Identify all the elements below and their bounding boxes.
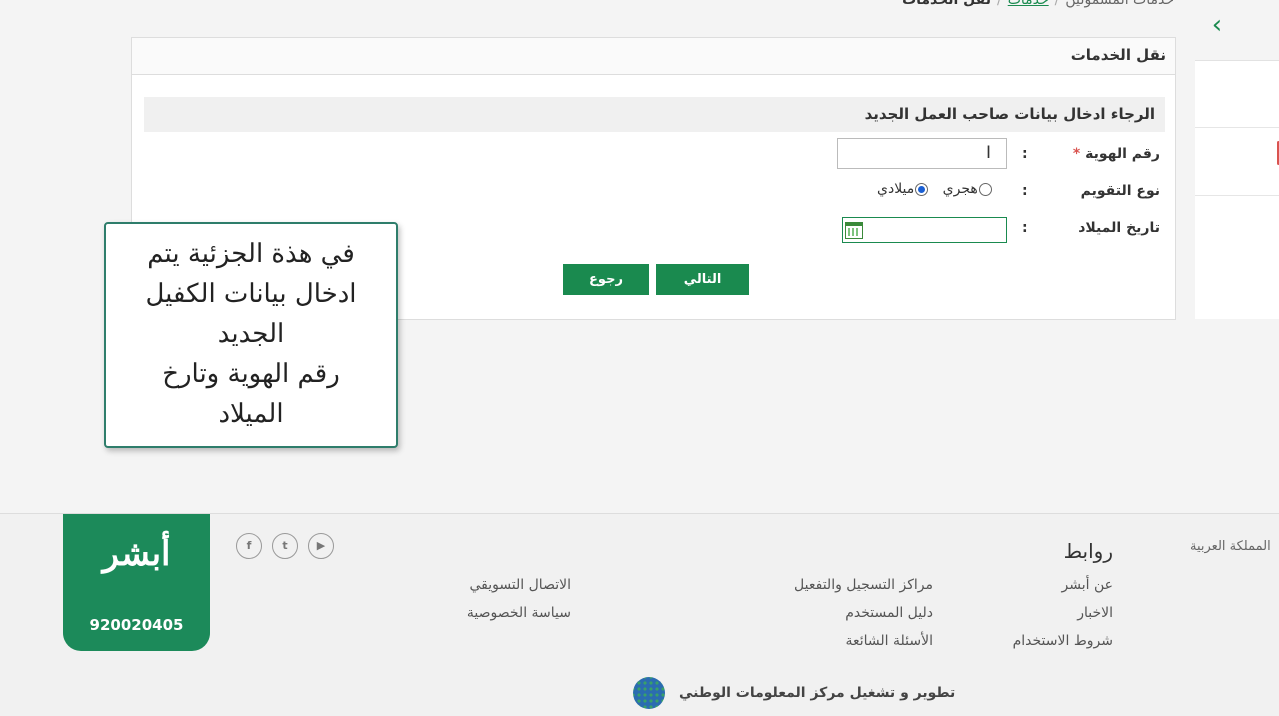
calendar-icon[interactable]: [845, 222, 863, 239]
back-chevron-icon[interactable]: ‹: [1205, 10, 1229, 40]
breadcrumb-separator: /: [997, 0, 1002, 8]
annotation-line: ادخال بيانات الكفيل: [145, 279, 357, 309]
required-asterisk: *: [1072, 146, 1081, 162]
facebook-icon[interactable]: f: [236, 533, 262, 559]
annotation-line: الميلاد: [218, 399, 284, 429]
breadcrumb: خدمات المشمولين / خدمات / نقل الخدمات: [902, 0, 1174, 8]
youtube-icon[interactable]: ▶: [308, 533, 334, 559]
footer-link-about[interactable]: عن أبشر: [1062, 577, 1113, 593]
hijri-radio[interactable]: [978, 182, 992, 196]
back-button[interactable]: رجوع: [563, 264, 649, 295]
hijri-label[interactable]: هجري: [943, 181, 978, 197]
breadcrumb-separator: /: [1054, 0, 1060, 8]
card-title: نقل الخدمات: [1070, 46, 1166, 64]
id-number-label: رقم الهوية *: [1073, 146, 1160, 162]
text-cursor-icon: I: [986, 143, 992, 163]
calendar-type-label: نوع التقويم: [1080, 183, 1160, 199]
gregorian-label[interactable]: ميلادي: [877, 181, 914, 197]
annotation-text: في هذة الجزئية يتم ادخال بيانات الكفيل ا…: [116, 234, 386, 434]
gregorian-radio[interactable]: [915, 182, 929, 196]
id-number-input[interactable]: I: [837, 138, 1007, 169]
colon: :: [1022, 220, 1028, 236]
absher-badge[interactable]: أبشر 920020405: [63, 514, 210, 651]
footer-link-news[interactable]: الاخبار: [1077, 605, 1113, 621]
annotation-line: الجديد: [217, 319, 285, 349]
colon: :: [1022, 183, 1028, 199]
side-panel-divider: [1195, 127, 1279, 128]
side-panel-divider: [1195, 195, 1279, 196]
support-phone: 920020405: [89, 616, 184, 634]
id-number-label-text: رقم الهوية: [1085, 146, 1160, 162]
footer-link-marketing-contact[interactable]: الاتصال التسويقي: [469, 577, 571, 593]
birthdate-label: تاريخ الميلاد: [1078, 220, 1160, 236]
kingdom-text: المملكة العربية: [1190, 539, 1271, 554]
side-panel: [1195, 60, 1279, 319]
birthdate-input[interactable]: [842, 217, 1007, 243]
footer: أبشر 920020405 f t ▶ روابط عن أبشر الاخب…: [0, 513, 1279, 716]
section-title: الرجاء ادخال بيانات صاحب العمل الجديد: [864, 105, 1155, 123]
next-button[interactable]: التالي: [656, 264, 749, 295]
section-header: الرجاء ادخال بيانات صاحب العمل الجديد: [144, 97, 1165, 132]
links-heading: روابط: [1063, 539, 1113, 563]
breadcrumb-item-services[interactable]: خدمات: [1008, 0, 1049, 8]
annotation-callout: في هذة الجزئية يتم ادخال بيانات الكفيل ا…: [104, 222, 398, 448]
footer-link-terms[interactable]: شروط الاستخدام: [1013, 633, 1113, 649]
breadcrumb-item-beneficiaries[interactable]: خدمات المشمولين: [1065, 0, 1174, 8]
breadcrumb-item-current: نقل الخدمات: [902, 0, 991, 8]
colon: :: [1022, 146, 1028, 162]
developer-credit: تطوير و تشغيل مركز المعلومات الوطني: [679, 685, 956, 701]
footer-link-user-guide[interactable]: دليل المستخدم: [845, 605, 933, 621]
calendar-type-radio-group: هجري ميلادي: [877, 181, 993, 197]
annotation-line: رقم الهوية وتارخ: [162, 359, 340, 389]
footer-link-privacy[interactable]: سياسة الخصوصية: [467, 605, 571, 621]
nic-logo-icon: [633, 677, 665, 709]
footer-link-faq[interactable]: الأسئلة الشائعة: [846, 633, 934, 649]
annotation-line: في هذة الجزئية يتم: [147, 239, 355, 269]
footer-link-registration-centers[interactable]: مراكز التسجيل والتفعيل: [794, 577, 933, 593]
card-header: نقل الخدمات: [132, 38, 1175, 75]
absher-logo: أبشر: [102, 534, 171, 574]
twitter-icon[interactable]: t: [272, 533, 298, 559]
